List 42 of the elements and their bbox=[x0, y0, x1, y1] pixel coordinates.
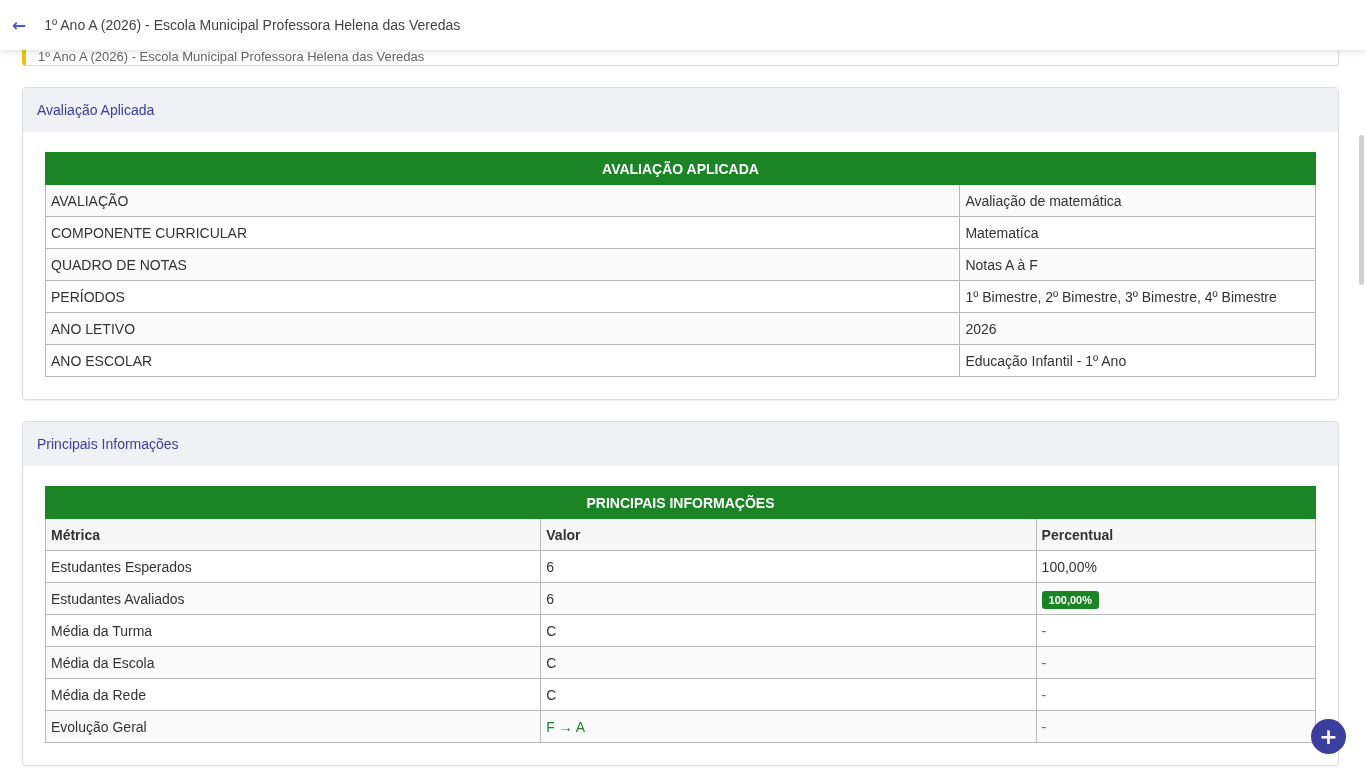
table-cell: QUADRO DE NOTAS bbox=[45, 248, 960, 281]
table-cell: Média da Escola bbox=[45, 646, 541, 679]
table-cell: - bbox=[1036, 614, 1316, 647]
class-name: 1º Ano A (2026) - Escola Municipal Professora Helena das Veredas bbox=[38, 49, 425, 64]
card-title: Principais Informações bbox=[37, 436, 179, 452]
table-cell: C bbox=[540, 678, 1037, 711]
column-header: Valor bbox=[540, 518, 1037, 551]
back-button[interactable]: ← bbox=[8, 15, 31, 35]
table-cell: Estudantes Esperados bbox=[45, 550, 541, 583]
table-cell: - bbox=[1036, 646, 1316, 679]
table-cell: PERÍODOS bbox=[45, 280, 960, 313]
table-title: AVALIAÇÃO APLICADA bbox=[45, 152, 1316, 185]
table-cell: Média da Rede bbox=[45, 678, 541, 711]
table-cell: Estudantes Avaliados bbox=[45, 582, 541, 615]
card-title: Avaliação Aplicada bbox=[37, 102, 155, 118]
table-cell: C bbox=[540, 646, 1037, 679]
table-cell: 6 bbox=[540, 582, 1037, 615]
table-cell: F → A bbox=[540, 710, 1037, 743]
table-cell: AVALIAÇÃO bbox=[45, 184, 960, 217]
scrollbar[interactable] bbox=[1359, 135, 1364, 285]
table-cell: Matematíca bbox=[959, 216, 1316, 249]
table-cell: Avaliação de matemática bbox=[959, 184, 1316, 217]
table-cell: - bbox=[1036, 710, 1316, 743]
column-header: Percentual bbox=[1036, 518, 1316, 551]
table-title: PRINCIPAIS INFORMAÇÕES bbox=[45, 486, 1316, 519]
table-cell: 1º Bimestre, 2º Bimestre, 3º Bimestre, 4º Bimestre bbox=[959, 280, 1316, 313]
table-cell: - bbox=[1036, 678, 1316, 711]
table-cell: ANO ESCOLAR bbox=[45, 344, 960, 377]
table-cell: ANO LETIVO bbox=[45, 312, 960, 345]
page-title: 1º Ano A (2026) - Escola Municipal Professora Helena das Veredas bbox=[44, 17, 461, 33]
table-cell: Média da Turma bbox=[45, 614, 541, 647]
table-cell: Notas A à F bbox=[959, 248, 1316, 281]
table-cell: Educação Infantil - 1º Ano bbox=[959, 344, 1316, 377]
table-cell: 6 bbox=[540, 550, 1037, 583]
table-cell: C bbox=[540, 614, 1037, 647]
add-button[interactable]: + bbox=[1311, 719, 1346, 754]
table-cell: Evolução Geral bbox=[45, 710, 541, 743]
table-cell: 100,00% bbox=[1036, 550, 1316, 583]
table-cell: 2026 bbox=[959, 312, 1316, 345]
table-cell: COMPONENTE CURRICULAR bbox=[45, 216, 960, 249]
percent-badge: 100,00% bbox=[1041, 590, 1100, 609]
column-header: Métrica bbox=[45, 518, 541, 551]
